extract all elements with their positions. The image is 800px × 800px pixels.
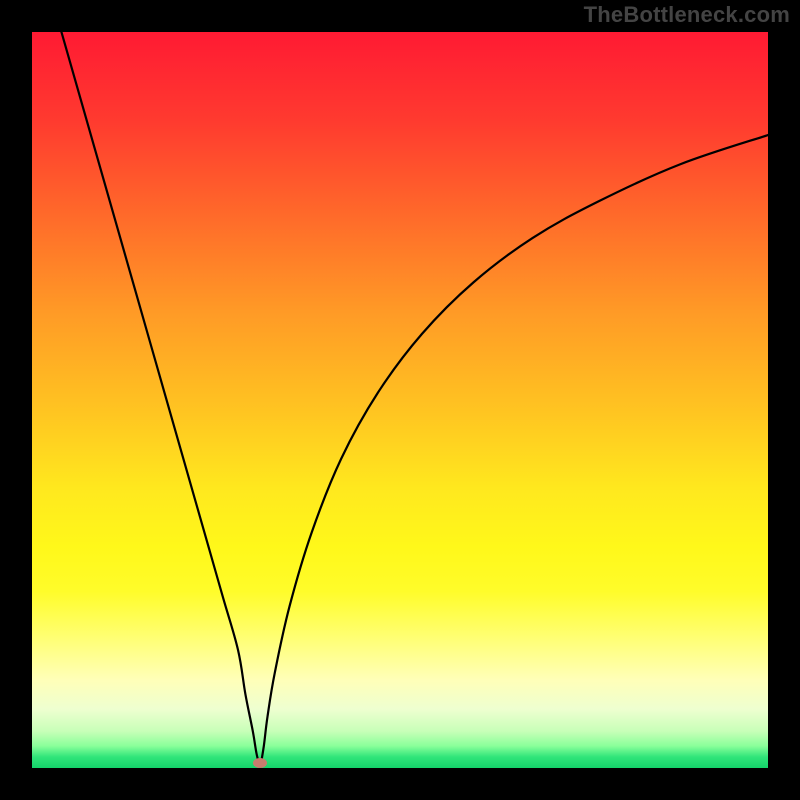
minimum-marker bbox=[253, 758, 267, 768]
watermark-text: TheBottleneck.com bbox=[584, 2, 790, 28]
bottleneck-curve bbox=[32, 32, 768, 768]
chart-frame: TheBottleneck.com bbox=[0, 0, 800, 800]
plot-area bbox=[32, 32, 768, 768]
curve-path bbox=[61, 32, 768, 768]
